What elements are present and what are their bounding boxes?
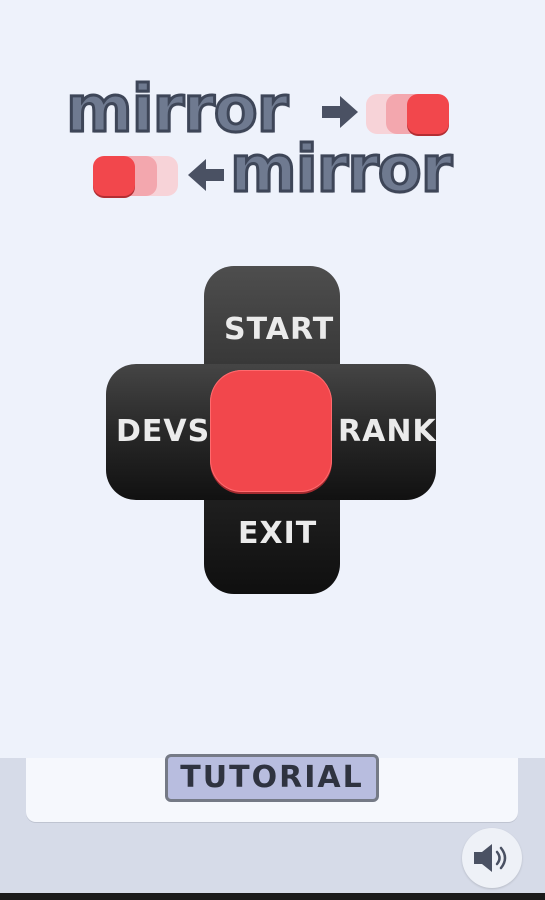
system-nav-bar [0, 893, 545, 900]
logo-word-bottom: mirror [228, 133, 453, 207]
logo-block-red [407, 94, 449, 134]
arrow-right-icon [322, 96, 358, 128]
start-button[interactable]: START [224, 312, 334, 347]
sound-toggle-button[interactable] [462, 828, 522, 888]
rank-button[interactable]: RANK [338, 414, 437, 449]
exit-button[interactable]: EXIT [238, 516, 317, 551]
devs-button[interactable]: DEVS [116, 414, 210, 449]
tutorial-button[interactable]: TUTORIAL [165, 754, 379, 802]
dpad-center-red-block [210, 370, 332, 492]
speaker-icon [474, 844, 507, 872]
main-menu-screen: mirror mirror START DEVS RANK EXIT TUTOR… [0, 0, 545, 900]
logo-block-red [93, 156, 135, 196]
arrow-left-icon [188, 159, 224, 191]
dpad-menu: START DEVS RANK EXIT [106, 266, 436, 596]
